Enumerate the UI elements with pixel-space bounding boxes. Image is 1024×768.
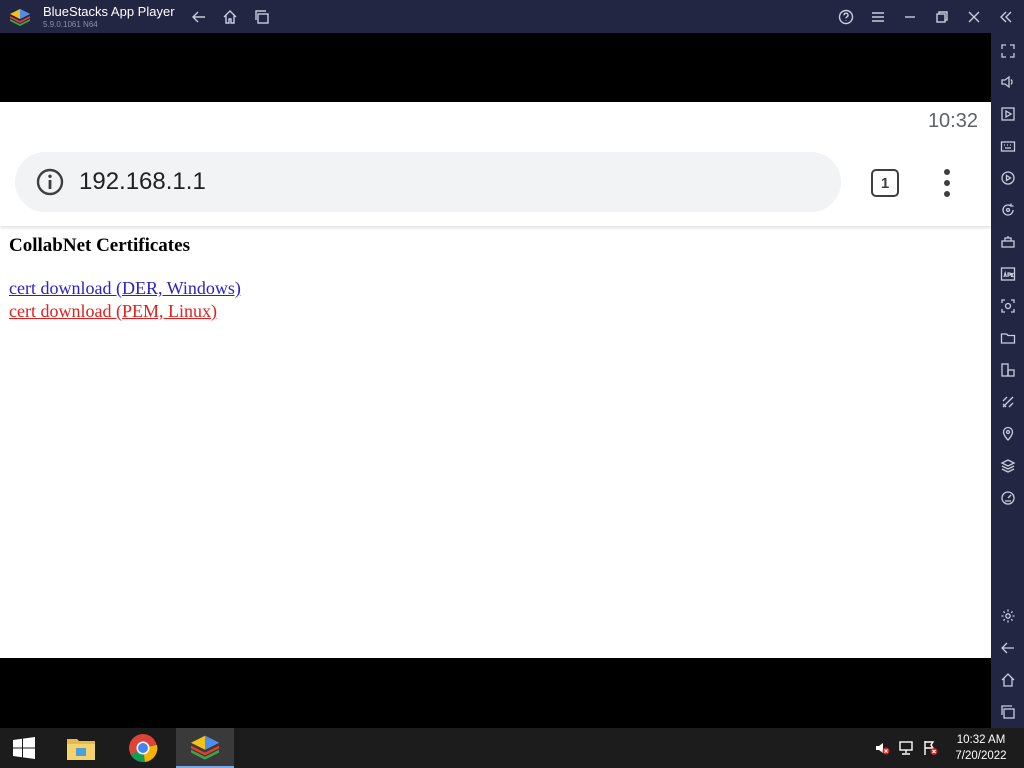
more-vert-icon: [944, 169, 950, 175]
android-home-icon: [1001, 672, 1014, 687]
minimize-button[interactable]: [899, 6, 921, 28]
android-back-icon: [1000, 642, 1014, 653]
url-text[interactable]: 192.168.1.1: [79, 168, 206, 196]
bluestacks-logo-icon: [191, 735, 219, 760]
eco-mode-icon: [1002, 396, 1013, 407]
side-toolbar: [991, 33, 1024, 728]
android-home-button[interactable]: [998, 670, 1017, 689]
apk-install-icon: [1000, 266, 1015, 281]
menu-icon: [872, 12, 884, 22]
home-icon: [223, 10, 237, 24]
settings-button[interactable]: [998, 606, 1017, 625]
clock-time: 10:32 AM: [956, 734, 1006, 746]
android-recents-icon: [1000, 704, 1015, 719]
recent-apps-button[interactable]: [251, 6, 273, 28]
layers-button[interactable]: [998, 456, 1017, 475]
folder-icon: [1000, 332, 1015, 344]
minimize-icon: [905, 16, 915, 18]
help-button[interactable]: [835, 6, 857, 28]
taskbar-clock[interactable]: 10:32 AM 7/20/2022: [946, 732, 1016, 764]
folder-button[interactable]: [998, 328, 1017, 347]
multi-instance-button[interactable]: [998, 360, 1017, 379]
network-icon[interactable]: [898, 740, 914, 756]
keyboard-button[interactable]: [998, 136, 1017, 155]
volume-button[interactable]: [998, 72, 1017, 91]
media-button[interactable]: [998, 104, 1017, 123]
download-links: cert download (DER, Windows) cert downlo…: [9, 277, 982, 323]
macro-button[interactable]: [998, 168, 1017, 187]
title-bar: BlueStacks App Player 5.9.0.1061 N64: [0, 0, 1024, 33]
browser-toolbar: 10:32 192.168.1.1 1: [0, 102, 991, 226]
back-icon: [192, 11, 205, 23]
bluestacks-taskbar-button[interactable]: [176, 728, 234, 768]
layers-icon: [1000, 458, 1015, 473]
status-bar-time: 10:32: [927, 110, 978, 132]
restore-icon: [936, 11, 948, 23]
windows-logo-icon: [13, 737, 35, 759]
performance-icon: [1000, 490, 1015, 505]
settings-icon: [1001, 609, 1014, 622]
screenshot-icon: [1000, 298, 1015, 313]
back-button[interactable]: [188, 6, 210, 28]
clock-date: 7/20/2022: [955, 750, 1007, 762]
browser-menu-button[interactable]: [938, 168, 956, 198]
info-icon[interactable]: [36, 168, 64, 196]
home-button[interactable]: [219, 6, 241, 28]
folder-icon: [67, 739, 95, 760]
start-button[interactable]: [0, 728, 48, 768]
tab-switcher-button[interactable]: 1: [871, 169, 899, 197]
apk-install-button[interactable]: [998, 264, 1017, 283]
android-back-button[interactable]: [998, 638, 1017, 657]
recent-apps-icon: [255, 10, 269, 24]
fullscreen-icon: [1000, 43, 1015, 58]
action-center-flag-icon[interactable]: [922, 740, 938, 756]
windows-taskbar: 10:32 AM 7/20/2022: [0, 728, 1024, 768]
macro-icon: [1000, 170, 1015, 185]
sync-icon: [1001, 203, 1014, 216]
game-controls-button[interactable]: [998, 232, 1017, 251]
android-recents-button[interactable]: [998, 702, 1017, 721]
chrome-icon: [129, 734, 158, 763]
close-button[interactable]: [963, 6, 985, 28]
address-bar[interactable]: 192.168.1.1: [15, 152, 841, 212]
media-icon: [1000, 106, 1015, 121]
keyboard-icon: [1000, 140, 1015, 152]
multi-instance-icon: [1000, 362, 1015, 377]
collapse-sidebar-icon: [1000, 11, 1012, 23]
menu-button[interactable]: [867, 6, 889, 28]
restore-button[interactable]: [931, 6, 953, 28]
cert-download-der-link[interactable]: cert download (DER, Windows): [9, 277, 241, 300]
volume-icon: [1000, 75, 1013, 88]
app-version: 5.9.0.1061 N64: [43, 20, 98, 29]
tab-count: 1: [880, 174, 890, 192]
location-button[interactable]: [998, 424, 1017, 443]
file-explorer-taskbar-button[interactable]: [58, 728, 104, 768]
bluestacks-logo-icon: [10, 9, 30, 26]
more-vert-icon: [944, 191, 950, 197]
screenshot-button[interactable]: [998, 296, 1017, 315]
android-screen: 10:32 192.168.1.1 1 CollabNet Certificat…: [0, 102, 991, 658]
app-title: BlueStacks App Player: [43, 4, 175, 19]
location-icon: [1002, 426, 1013, 441]
cert-download-pem-link[interactable]: cert download (PEM, Linux): [9, 300, 217, 323]
sync-button[interactable]: [998, 200, 1017, 219]
eco-mode-button[interactable]: [998, 392, 1017, 411]
more-vert-icon: [944, 180, 950, 186]
help-icon: [838, 9, 854, 25]
chrome-taskbar-button[interactable]: [120, 728, 166, 768]
collapse-sidebar-button[interactable]: [995, 6, 1017, 28]
close-icon: [968, 11, 980, 23]
game-controls-icon: [1000, 235, 1015, 248]
performance-button[interactable]: [998, 488, 1017, 507]
web-page-content: CollabNet Certificates cert download (DE…: [0, 226, 991, 658]
page-heading: CollabNet Certificates: [9, 235, 190, 256]
volume-muted-icon[interactable]: [874, 740, 890, 756]
fullscreen-button[interactable]: [998, 41, 1017, 60]
